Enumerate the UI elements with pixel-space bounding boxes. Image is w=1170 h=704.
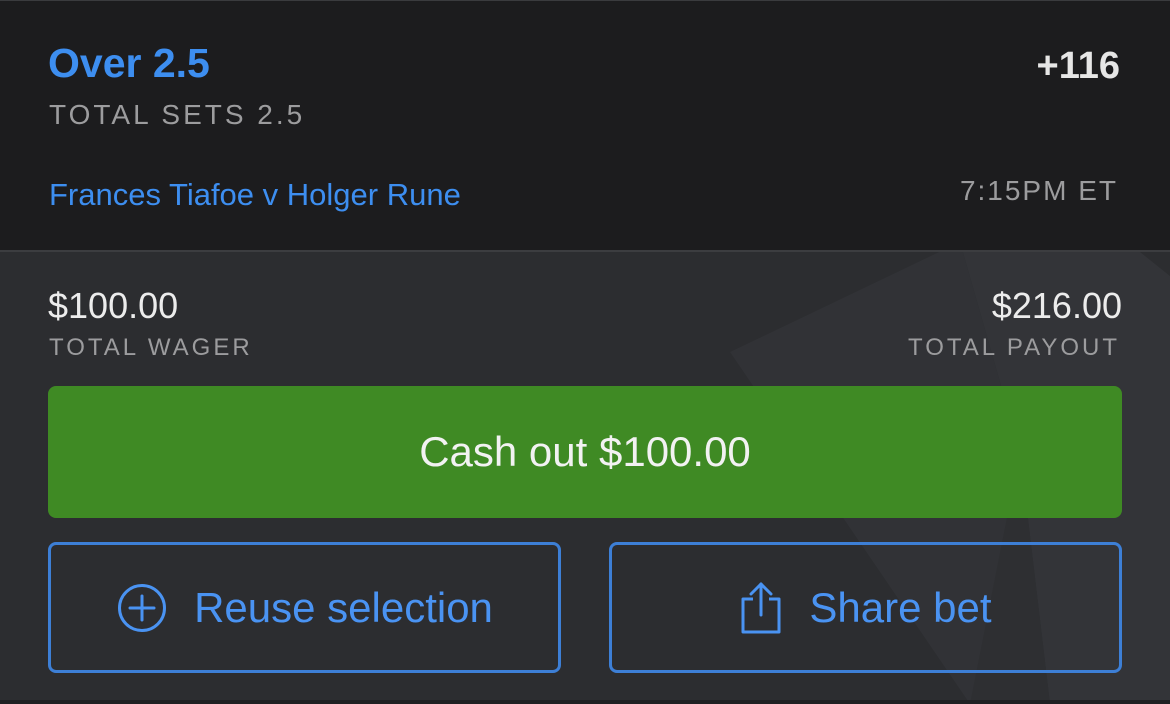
total-payout-amount: $216.00: [991, 285, 1122, 326]
share-bet-button[interactable]: Share bet: [609, 542, 1122, 673]
selection-header: Over 2.5 +116 TOTAL SETS 2.5 Frances Tia…: [0, 0, 1170, 252]
total-wager-amount: $100.00: [48, 285, 179, 326]
reuse-selection-button[interactable]: Reuse selection: [48, 542, 561, 673]
reuse-selection-label: Reuse selection: [194, 583, 493, 631]
total-wager-label: TOTAL WAGER: [49, 334, 253, 361]
bet-card: Over 2.5 +116 TOTAL SETS 2.5 Frances Tia…: [0, 0, 1170, 704]
card-bottom-edge: [0, 700, 1170, 704]
plus-circle-icon: [116, 582, 168, 634]
market-label: TOTAL SETS 2.5: [49, 99, 306, 130]
share-bet-label: Share bet: [809, 583, 992, 631]
total-payout-label: TOTAL PAYOUT: [907, 334, 1120, 361]
cash-out-button[interactable]: Cash out $100.00: [48, 386, 1122, 518]
event-time: 7:15PM ET: [959, 175, 1118, 206]
odds-value: +116: [1036, 45, 1121, 87]
selection-title: Over 2.5: [48, 40, 210, 86]
share-icon: [739, 581, 783, 635]
event-link[interactable]: Frances Tiafoe v Holger Rune: [49, 179, 461, 210]
